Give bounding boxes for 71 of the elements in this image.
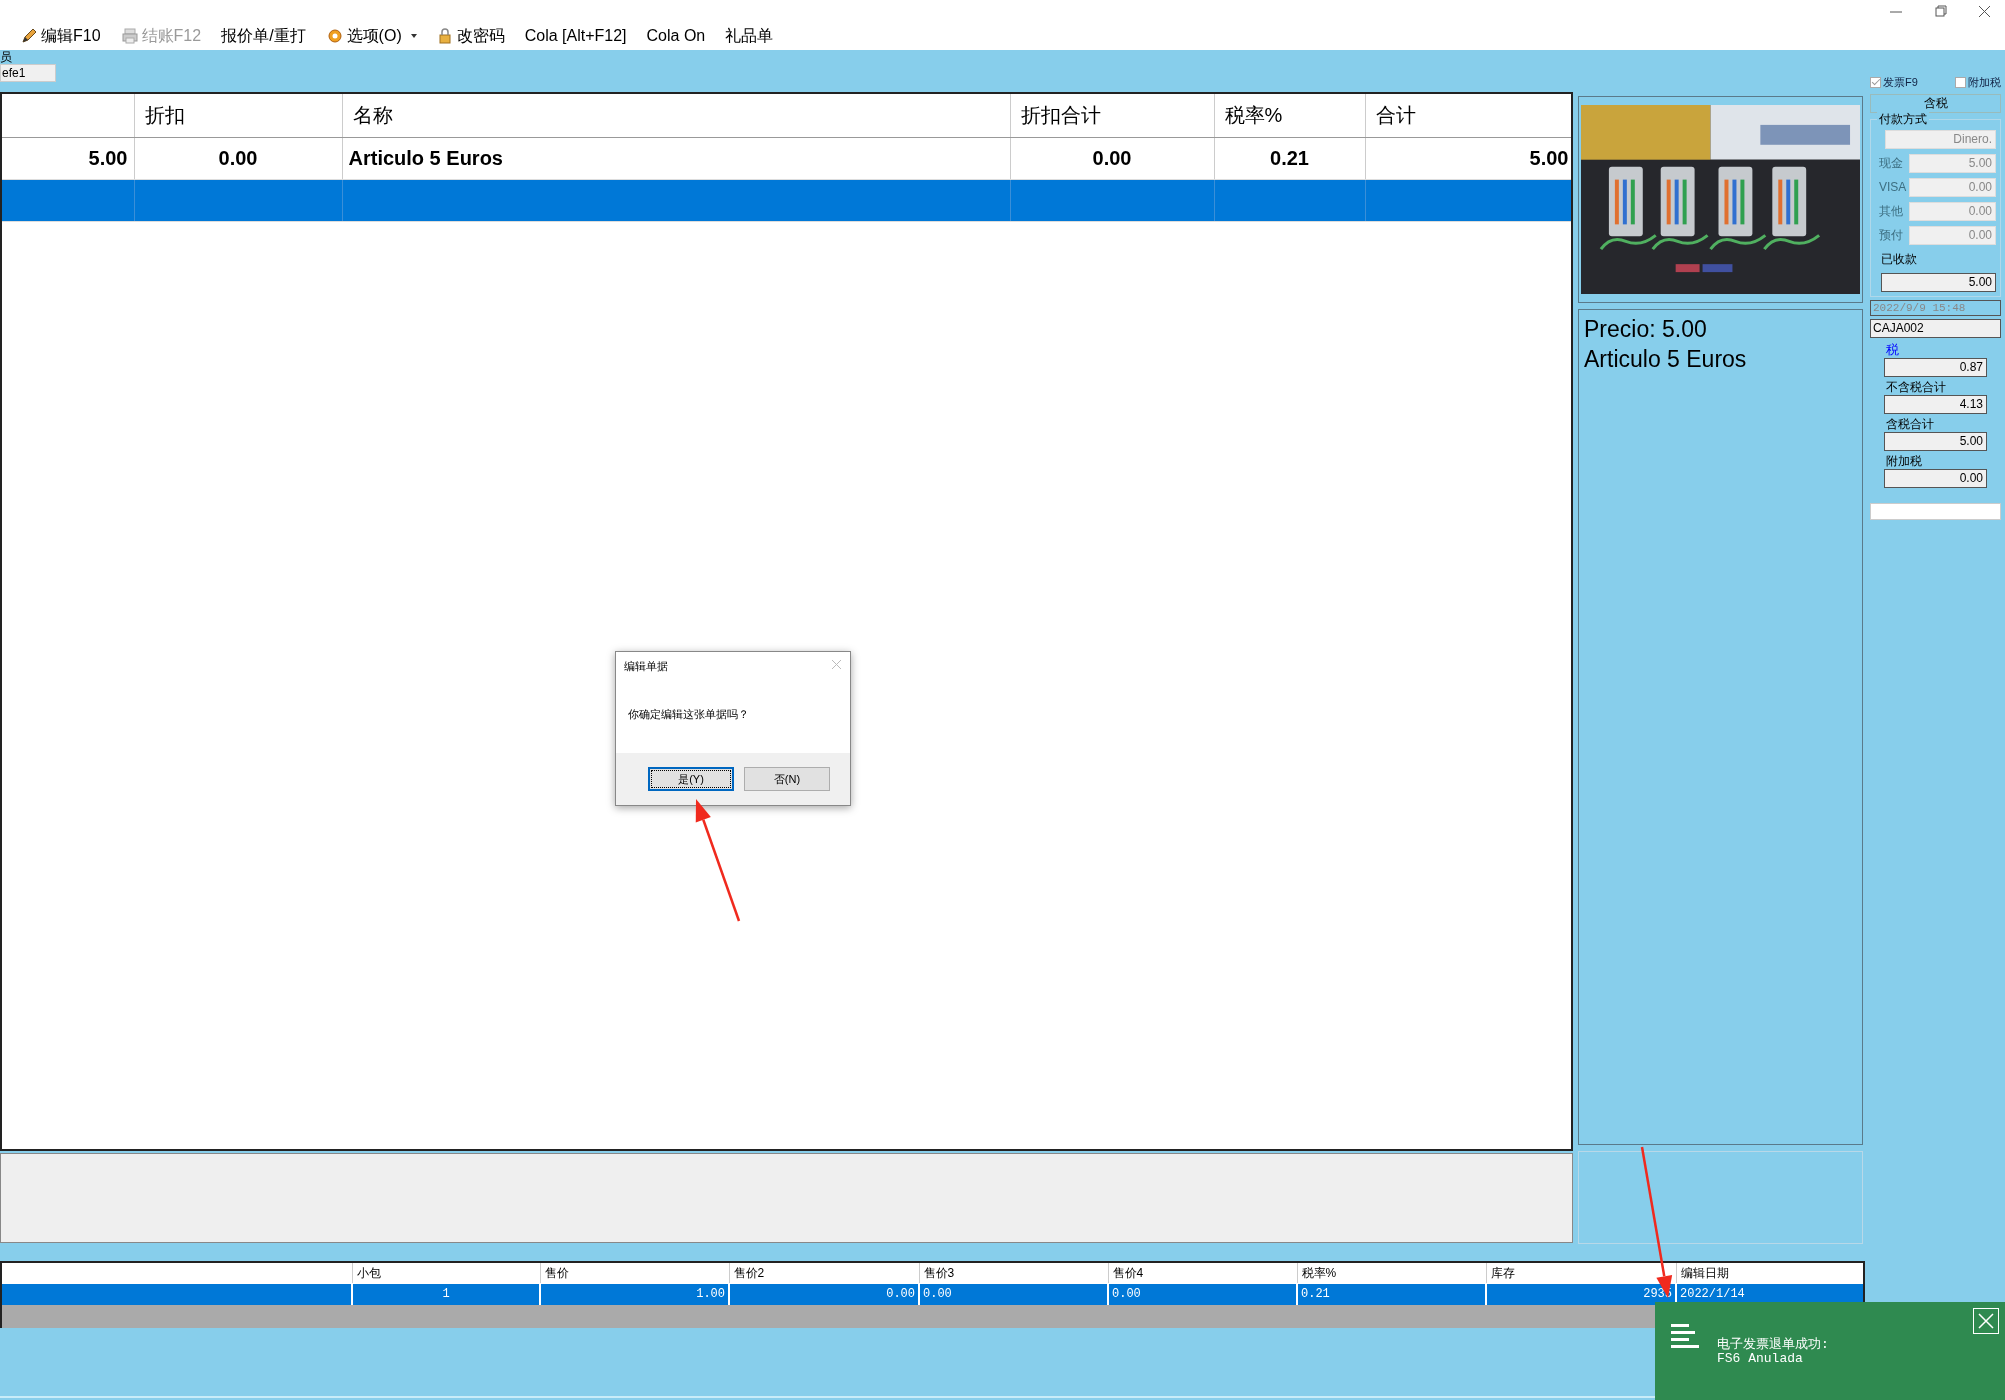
input-field[interactable] (1870, 502, 2001, 520)
table-cell: 5.00 (2, 137, 134, 179)
register-field[interactable]: CAJA002 (1870, 318, 2001, 338)
dialog-button[interactable]: 是(Y) (648, 767, 734, 791)
price-text: Precio: 5.00 (1584, 315, 1708, 344)
date-time-field: 2022/9/9 15:48 (1870, 299, 2001, 316)
amount-field[interactable]: 4.13 (1884, 394, 1987, 414)
field-label: 含税合计 (1885, 416, 1935, 431)
field-label: 预付 (1878, 227, 1904, 244)
menu-item[interactable]: 改密码 (433, 24, 507, 48)
amount-field[interactable]: 0.00 (1884, 468, 1987, 488)
column-header[interactable]: 税率% (1297, 1263, 1486, 1283)
menu-item[interactable]: 编辑F10 (18, 24, 103, 48)
checkbox-label[interactable]: 发票F9 (1883, 74, 1918, 91)
field-label: 不含税合计 (1885, 379, 1947, 394)
toast-title: 电子发票退单成功: (1717, 1338, 1829, 1352)
menu-item[interactable]: 报价单/重打 (219, 24, 308, 48)
column-header[interactable]: 税率% (1214, 94, 1365, 137)
menu-item[interactable]: 礼品单 (723, 24, 776, 48)
column-header[interactable]: 编辑日期 (1676, 1263, 1863, 1283)
table-cell: 0.00 (1108, 1283, 1297, 1305)
field-label: 其他 (1878, 203, 1904, 220)
amount-field[interactable]: 5.00 (1881, 272, 1996, 292)
column-header[interactable]: 售价2 (729, 1263, 919, 1283)
column-header[interactable]: 小包 (352, 1263, 540, 1283)
amount-field[interactable]: 5.00 (1884, 431, 1987, 451)
table-cell: 1 (352, 1283, 540, 1305)
table-cell: 0.00 (1010, 137, 1214, 179)
product-name: Articulo 5 Euros (1584, 345, 1748, 374)
tax-mode-button[interactable]: 含税 (1870, 93, 2001, 113)
pencil-icon (20, 27, 38, 45)
gear-icon (325, 27, 344, 45)
column-header[interactable]: 库存 (1486, 1263, 1676, 1283)
column-header[interactable]: 名称 (342, 94, 1010, 137)
menu-item[interactable]: Cola [Alt+F12] (522, 24, 629, 48)
dialog-title: 编辑单据 (624, 659, 668, 674)
table-cell: 1.00 (540, 1283, 729, 1305)
table-cell: 0.00 (729, 1283, 919, 1305)
checkbox[interactable] (1870, 76, 1881, 88)
menu-item[interactable]: 选项(O) (323, 24, 404, 48)
checkbox[interactable] (1955, 76, 1966, 88)
operator-field[interactable]: efe1 (0, 64, 56, 82)
field-label: 税 (1885, 342, 1900, 357)
column-header[interactable]: 售价4 (1108, 1263, 1297, 1283)
close-button[interactable] (830, 658, 842, 670)
column-header[interactable]: 折扣合计 (1010, 94, 1214, 137)
column-header[interactable]: 合计 (1365, 94, 1571, 137)
table-cell: Articulo 5 Euros (342, 137, 1010, 179)
printer-icon (120, 27, 139, 45)
table-cell: 0.21 (1297, 1283, 1486, 1305)
table-cell: 2022/1/14 (1676, 1283, 1863, 1305)
column-header[interactable]: 折扣 (134, 94, 342, 137)
menu-item[interactable]: Cola On (644, 24, 708, 48)
table-cell: 0.21 (1214, 137, 1365, 179)
field-label: 现金 (1878, 155, 1904, 172)
caret-icon[interactable] (409, 32, 418, 40)
table-cell: 0.00 (134, 137, 342, 179)
toast-message: FS6 Anulada (1717, 1352, 1804, 1366)
column-header[interactable]: 售价3 (919, 1263, 1108, 1283)
checkbox-label[interactable]: 附加税 (1968, 74, 2001, 91)
table-cell: 0.00 (919, 1283, 1108, 1305)
amount-field[interactable]: 0.87 (1884, 357, 1987, 377)
dialog-button[interactable]: 否(N) (744, 767, 830, 791)
dialog-message: 你确定编辑这张单据吗？ (627, 707, 750, 722)
message-icon (1671, 1324, 1699, 1348)
column-header[interactable]: 售价 (540, 1263, 729, 1283)
field-label: 员 (0, 50, 13, 64)
field-label: 已收款 (1880, 250, 1918, 268)
field-label: 附加税 (1885, 453, 1923, 468)
table-cell: 5.00 (1365, 137, 1571, 179)
field-label: VISA (1878, 179, 1905, 196)
